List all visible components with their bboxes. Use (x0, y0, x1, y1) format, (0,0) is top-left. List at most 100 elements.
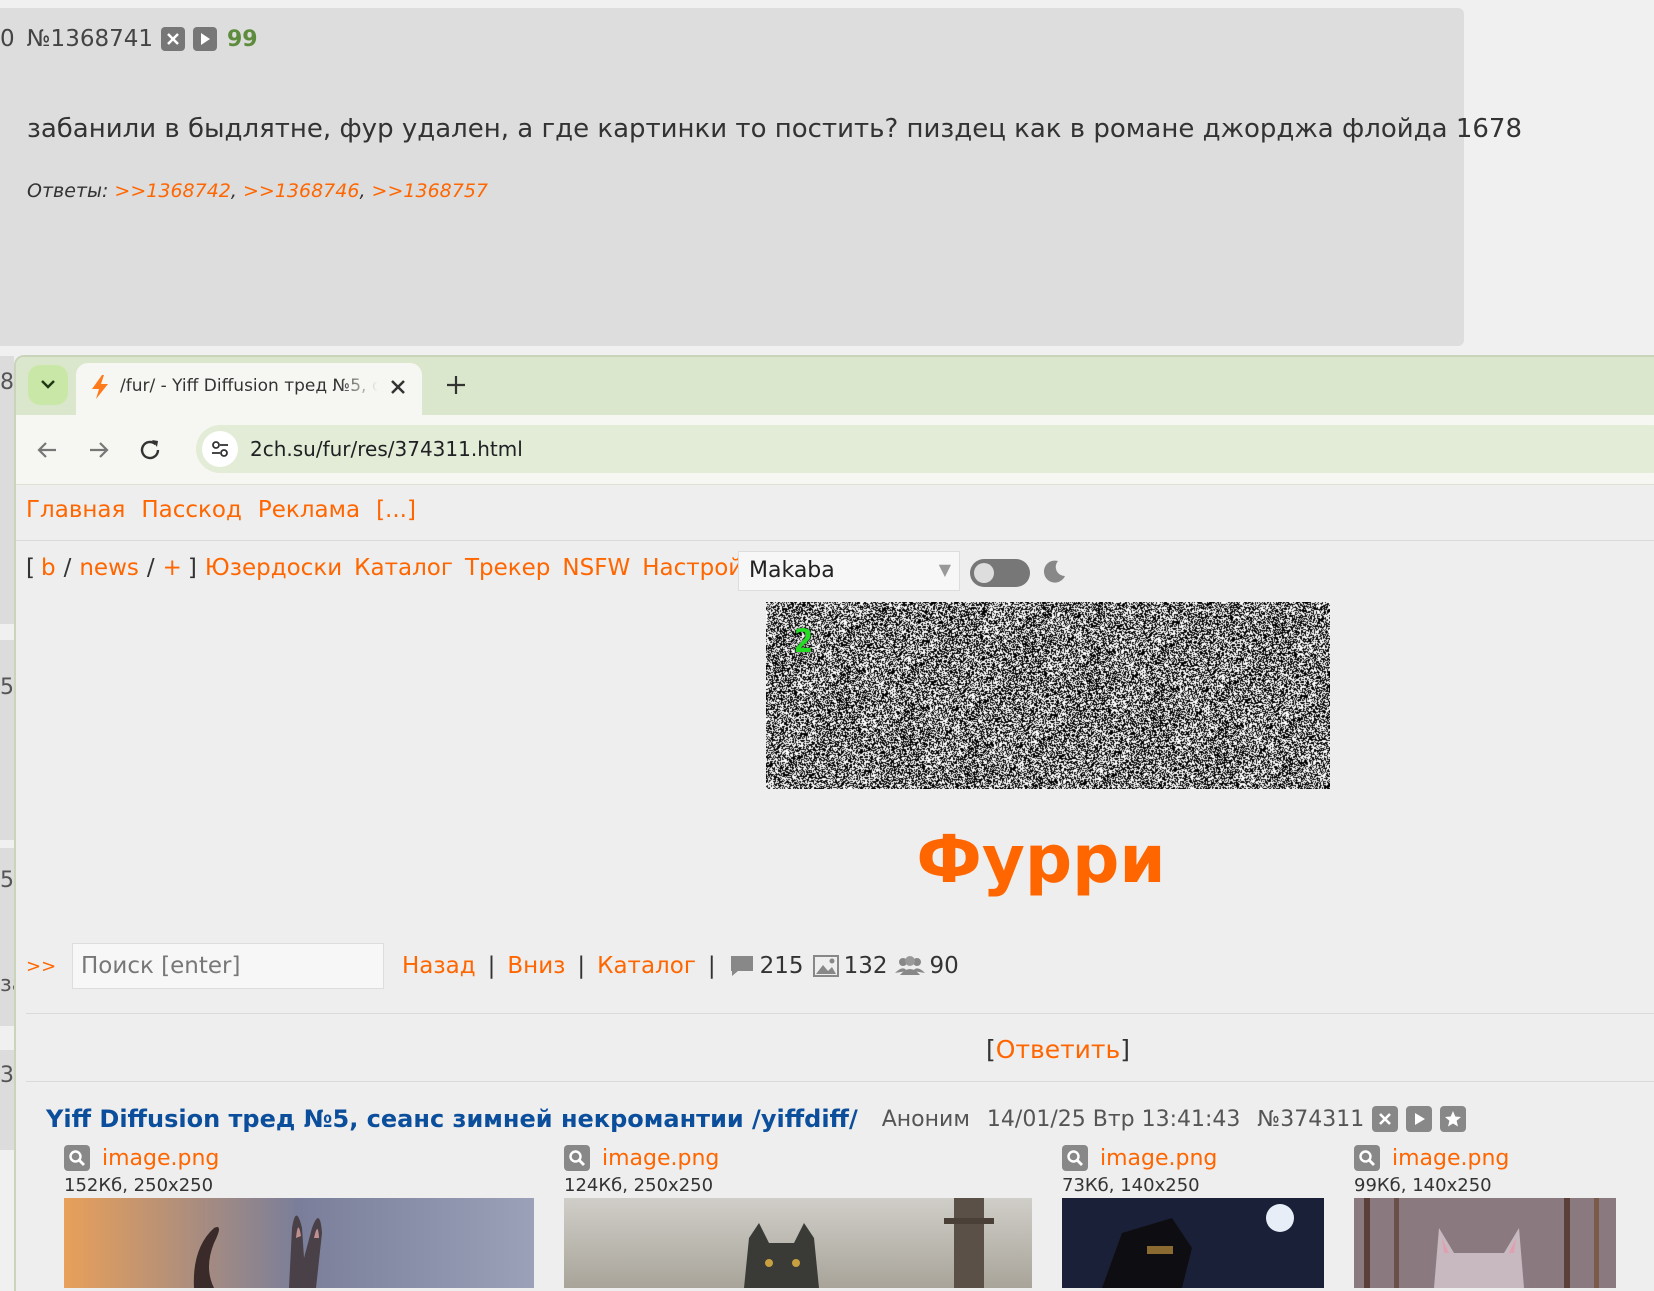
file-thumbnail[interactable] (1354, 1198, 1616, 1291)
users-count: 90 (929, 953, 959, 979)
thread-toolbar: >> Назад | Вниз | Каталог | 215 132 90 (26, 943, 967, 989)
file-info: 73Кб, 140x250 (1062, 1175, 1200, 1196)
browser-toolbar: 2ch.su/fur/res/374311.html (16, 415, 1654, 485)
reload-icon[interactable] (136, 436, 164, 464)
zoom-button[interactable] (1354, 1145, 1380, 1171)
style-select[interactable]: Makaba ▼ (738, 551, 960, 591)
play-button[interactable] (193, 27, 217, 51)
posts-count: 215 (759, 953, 804, 979)
tab-strip: /fur/ - Yiff Diffusion тред №5, сеанс зи… (16, 357, 1654, 415)
search-input[interactable] (72, 943, 384, 989)
board-navigation: [ b / news / + ] Юзердоски Каталог Треке… (26, 555, 778, 581)
magnifier-icon (1359, 1150, 1375, 1166)
favorite-button[interactable] (1440, 1106, 1467, 1132)
address-bar[interactable]: 2ch.su/fur/res/374311.html (196, 425, 1654, 473)
back-arrow-icon[interactable] (34, 436, 62, 464)
nav-link-more[interactable]: [...] (376, 497, 416, 523)
replies-label: Ответы: (27, 180, 115, 202)
link-catalog-bottom[interactable]: Каталог (597, 953, 696, 979)
thumbnail-image (64, 1198, 534, 1288)
background-post-text: забанили в быдлятне, фур удален, а где к… (27, 114, 1522, 144)
thread-number[interactable]: №374311 (1257, 1107, 1364, 1132)
hide-thread-button[interactable] (1372, 1106, 1399, 1132)
open-bracket: [ (26, 555, 35, 581)
file-info: 152Кб, 250x250 (64, 1175, 214, 1196)
file-thumbnail[interactable] (1062, 1198, 1324, 1291)
images-stat: 132 (812, 953, 887, 979)
separator: | (577, 953, 586, 979)
file-link[interactable]: image.png (1392, 1146, 1509, 1171)
nav-link-ads[interactable]: Реклама (258, 497, 360, 523)
board-link-news[interactable]: news (79, 555, 139, 581)
close-icon[interactable] (386, 375, 410, 399)
tune-icon (212, 441, 228, 457)
thumbnail-image (1354, 1198, 1616, 1288)
link-back[interactable]: Назад (402, 953, 476, 979)
tab-title: /fur/ - Yiff Diffusion тред №5, сеанс зи… (120, 376, 378, 396)
chevron-down-icon: ▼ (938, 560, 951, 579)
image-icon (812, 955, 839, 977)
site-info-button[interactable] (202, 431, 238, 467)
url-text[interactable]: 2ch.su/fur/res/374311.html (250, 437, 523, 461)
background-edge-text: 3 (0, 1063, 14, 1088)
divider (26, 1013, 1654, 1014)
link-tracker[interactable]: Трекер (465, 555, 550, 581)
arrows-link[interactable]: >> (26, 956, 72, 977)
divider (26, 1081, 1654, 1082)
close-icon (167, 33, 179, 45)
background-post-number[interactable]: №1368741 (27, 26, 153, 52)
background-edge-block (0, 640, 14, 840)
file-name-row: image.png (564, 1145, 1032, 1171)
reply-link[interactable]: >>1368742 (114, 180, 230, 202)
file-thumbnail[interactable] (564, 1198, 1032, 1291)
reply-link[interactable]: >>1368757 (372, 180, 488, 202)
link-nsfw[interactable]: NSFW (562, 555, 630, 581)
board-link-plus[interactable]: + (163, 555, 182, 581)
magnifier-icon (1067, 1150, 1083, 1166)
nav-link-passcode[interactable]: Пасскод (141, 497, 242, 523)
background-edge-text: 5 (0, 868, 14, 893)
browser-window: /fur/ - Yiff Diffusion тред №5, сеанс зи… (14, 355, 1654, 1291)
board-title: Фурри (916, 821, 1166, 898)
link-catalog[interactable]: Каталог (354, 555, 453, 581)
play-button[interactable] (1406, 1106, 1433, 1132)
background-post-header: 0 №1368741 99 (0, 26, 258, 52)
background-post-edge-number: 0 (0, 26, 15, 52)
forward-arrow-icon[interactable] (84, 436, 112, 464)
zoom-button[interactable] (564, 1145, 590, 1171)
file-thumbnail[interactable] (64, 1198, 534, 1291)
chevron-down-icon (41, 380, 55, 389)
dark-mode-toggle[interactable] (970, 559, 1030, 587)
play-icon (1415, 1113, 1426, 1125)
file-link[interactable]: image.png (1100, 1146, 1217, 1171)
active-tab[interactable]: /fur/ - Yiff Diffusion тред №5, сеанс зи… (76, 363, 422, 415)
play-icon (201, 33, 210, 45)
comment-icon (730, 956, 753, 976)
thread-title: Yiff Diffusion тред №5, сеанс зимней нек… (46, 1105, 858, 1133)
separator: | (487, 953, 496, 979)
link-down[interactable]: Вниз (507, 953, 565, 979)
zoom-button[interactable] (64, 1145, 90, 1171)
file-name-row: image.png (1062, 1145, 1324, 1171)
file-link[interactable]: image.png (102, 1146, 219, 1171)
noise-banner[interactable]: 2 (766, 602, 1330, 789)
thread-date: 14/01/25 Втр 13:41:43 (986, 1106, 1241, 1132)
reply-link[interactable]: >>1368746 (243, 180, 359, 202)
board-link-b[interactable]: b (41, 555, 56, 581)
close-bracket: ] (1120, 1035, 1130, 1064)
file-info: 99Кб, 140x250 (1354, 1175, 1492, 1196)
reply-button[interactable]: Ответить (996, 1035, 1120, 1064)
background-edge-block (0, 356, 14, 624)
background-post: 0 №1368741 99 забанили в быдлятне, фур у… (0, 8, 1522, 346)
zoom-button[interactable] (1062, 1145, 1088, 1171)
hide-post-button[interactable] (161, 27, 185, 51)
moon-icon[interactable] (1038, 557, 1068, 587)
posts-stat: 215 (728, 953, 804, 979)
web-page: Главная Пасскод Реклама [...] [ b / news / … (16, 485, 1654, 1291)
plus-icon[interactable] (442, 371, 470, 399)
file-link[interactable]: image.png (602, 1146, 719, 1171)
link-userboards[interactable]: Юзердоски (205, 555, 342, 581)
nav-link-main[interactable]: Главная (26, 497, 125, 523)
slash: / (146, 555, 155, 581)
tab-search-button[interactable] (28, 365, 68, 405)
